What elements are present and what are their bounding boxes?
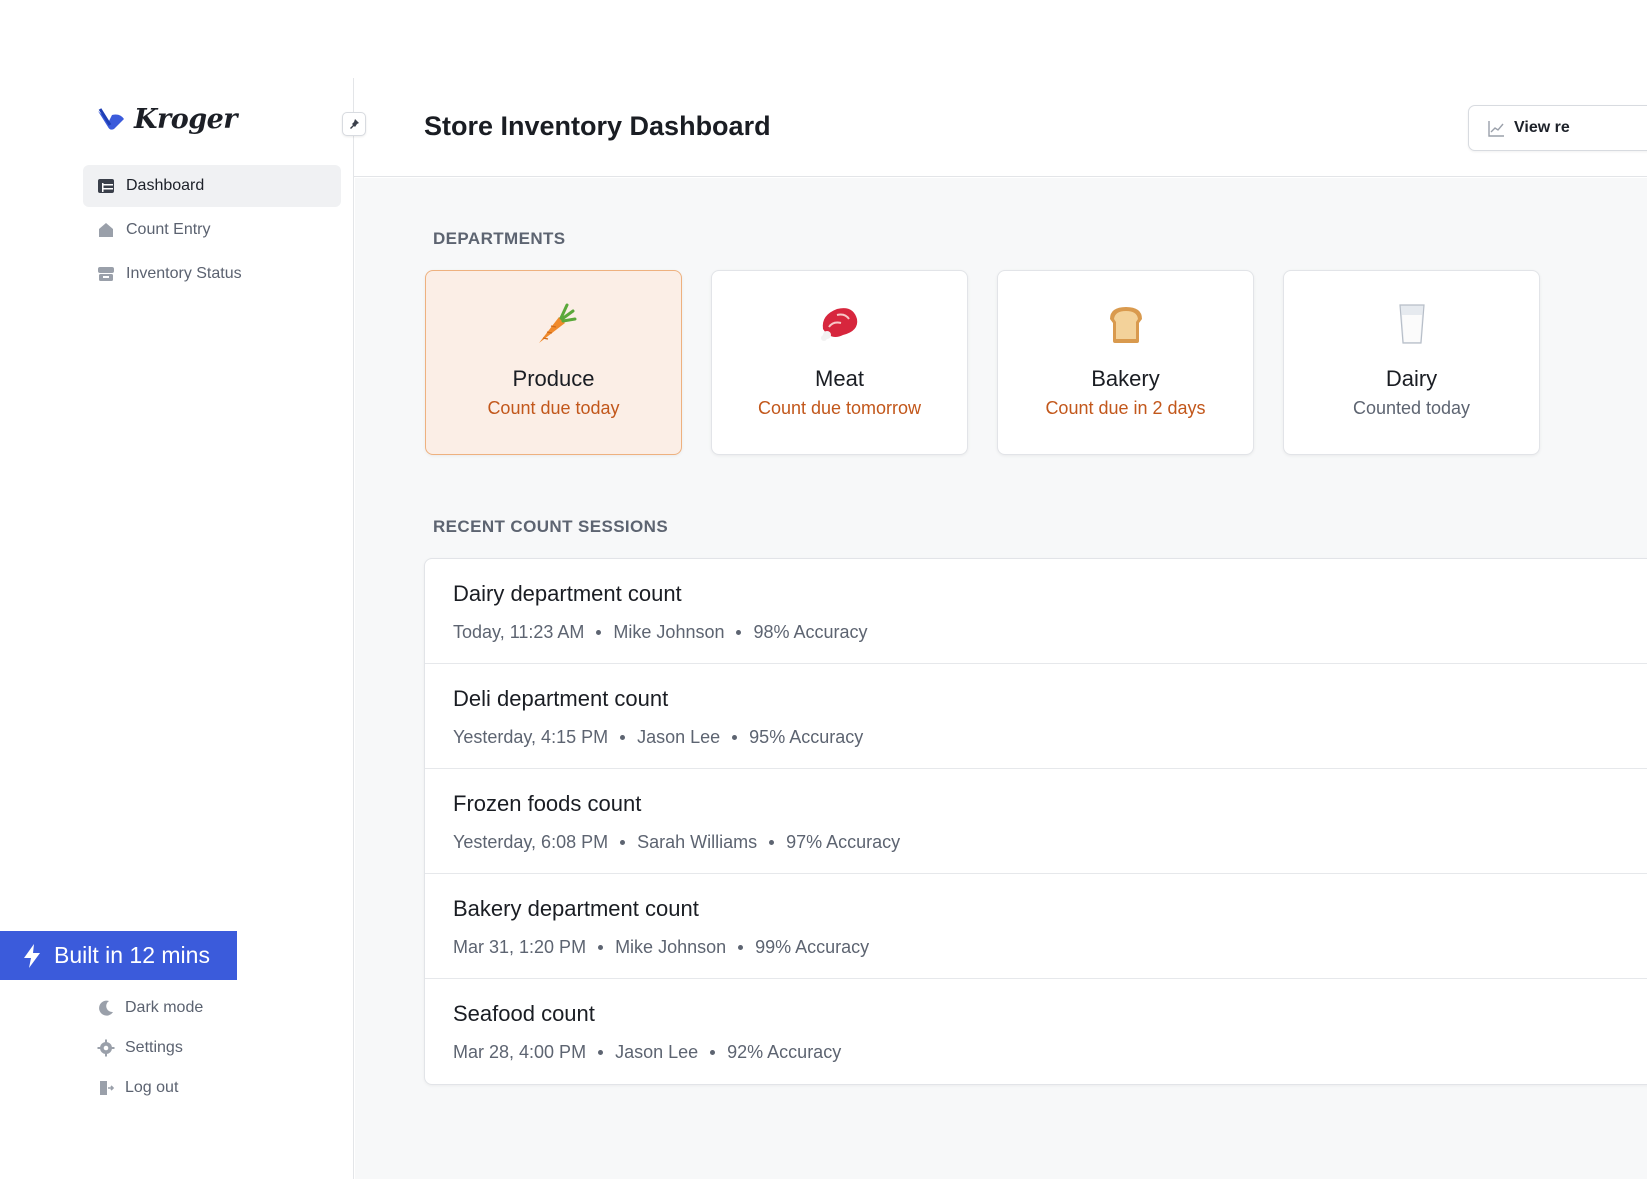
sidebar-item-label: Inventory Status	[126, 265, 242, 282]
separator-dot	[738, 945, 744, 950]
carrot-icon	[426, 301, 681, 351]
pin-sidebar-button[interactable]	[342, 112, 366, 136]
department-card-bakery[interactable]: Bakery Count due in 2 days	[997, 270, 1254, 455]
session-time: Yesterday, 6:08 PM	[453, 832, 609, 852]
sidebar-nav: Dashboard Count Entry Inventory Status	[83, 165, 341, 297]
session-accuracy: 98% Accuracy	[753, 622, 868, 642]
separator-dot	[596, 630, 602, 635]
session-user: Mike Johnson	[613, 622, 725, 642]
sidebar-item-label: Dashboard	[126, 177, 205, 194]
main-content: DEPARTMENTS Produce Count due today Meat…	[355, 178, 1647, 1179]
badge-label: Built in 12 mins	[54, 942, 210, 968]
dark-mode-label: Dark mode	[125, 999, 204, 1016]
session-accuracy: 99% Accuracy	[755, 937, 870, 957]
separator-dot	[710, 1050, 716, 1055]
separator-dot	[736, 630, 742, 635]
brand-name: Kroger	[134, 104, 237, 135]
session-title: Bakery department count	[453, 896, 699, 921]
recent-sessions-list: Dairy department count Today, 11:23 AM M…	[424, 558, 1647, 1085]
meat-icon	[712, 301, 967, 351]
session-meta: Yesterday, 6:08 PM Sarah Williams 97% Ac…	[453, 832, 900, 853]
session-time: Today, 11:23 AM	[453, 622, 585, 642]
built-in-badge[interactable]: Built in 12 mins	[0, 931, 237, 980]
moon-icon	[97, 999, 115, 1017]
pin-icon	[350, 119, 359, 129]
session-row[interactable]: Seafood count Mar 28, 4:00 PM Jason Lee …	[425, 979, 1647, 1084]
page-title: Store Inventory Dashboard	[424, 111, 771, 141]
department-cards: Produce Count due today Meat Count due t…	[425, 270, 1540, 455]
sidebar-item-dashboard[interactable]: Dashboard	[83, 165, 341, 207]
gear-icon	[97, 1039, 115, 1057]
chart-line-icon	[1488, 120, 1504, 137]
session-row[interactable]: Bakery department count Mar 31, 1:20 PM …	[425, 874, 1647, 979]
page-header: Store Inventory Dashboard View re	[354, 78, 1647, 177]
session-user: Jason Lee	[637, 727, 721, 747]
lightning-icon	[24, 943, 40, 968]
session-meta: Mar 28, 4:00 PM Jason Lee 92% Accuracy	[453, 1042, 841, 1063]
session-time: Mar 28, 4:00 PM	[453, 1042, 587, 1062]
view-reports-button[interactable]: View re	[1468, 105, 1647, 151]
separator-dot	[732, 735, 738, 740]
department-card-meat[interactable]: Meat Count due tomorrow	[711, 270, 968, 455]
session-row[interactable]: Deli department count Yesterday, 4:15 PM…	[425, 664, 1647, 769]
session-title: Deli department count	[453, 686, 669, 711]
store-icon	[97, 265, 115, 283]
separator-dot	[620, 735, 626, 740]
kroger-logo-icon	[98, 107, 124, 130]
sidebar-footer: Dark mode Settings Log out	[97, 988, 203, 1108]
session-time: Mar 31, 1:20 PM	[453, 937, 587, 957]
department-name: Produce	[512, 366, 595, 391]
session-title: Frozen foods count	[453, 791, 642, 816]
department-status: Count due in 2 days	[1045, 398, 1206, 418]
logout-link[interactable]: Log out	[97, 1068, 203, 1108]
app-window: Kroger Dashboard Count Entry Inventory S…	[0, 0, 1647, 1179]
session-user: Jason Lee	[615, 1042, 699, 1062]
milk-icon	[1284, 301, 1539, 351]
departments-heading: DEPARTMENTS	[433, 229, 566, 248]
department-status: Counted today	[1352, 398, 1471, 418]
bread-icon	[998, 301, 1253, 351]
separator-dot	[769, 840, 775, 845]
settings-label: Settings	[125, 1039, 183, 1056]
session-meta: Today, 11:23 AM Mike Johnson 98% Accurac…	[453, 622, 868, 643]
sidebar: Kroger Dashboard Count Entry Inventory S…	[0, 78, 366, 1179]
department-name: Meat	[815, 366, 864, 391]
house-icon	[97, 221, 115, 239]
session-accuracy: 97% Accuracy	[786, 832, 901, 852]
sidebar-item-inventory-status[interactable]: Inventory Status	[83, 253, 341, 295]
separator-dot	[598, 1050, 604, 1055]
session-meta: Mar 31, 1:20 PM Mike Johnson 99% Accurac…	[453, 937, 869, 958]
settings-link[interactable]: Settings	[97, 1028, 203, 1068]
session-user: Sarah Williams	[637, 832, 758, 852]
logout-label: Log out	[125, 1079, 179, 1096]
session-time: Yesterday, 4:15 PM	[453, 727, 609, 747]
table-icon	[97, 177, 115, 195]
department-name: Bakery	[1091, 366, 1160, 391]
session-title: Dairy department count	[453, 581, 682, 606]
dark-mode-toggle[interactable]: Dark mode	[97, 988, 203, 1028]
department-name: Dairy	[1385, 366, 1438, 391]
view-reports-label: View re	[1514, 119, 1570, 136]
sidebar-item-count-entry[interactable]: Count Entry	[83, 209, 341, 251]
recent-sessions-heading: RECENT COUNT SESSIONS	[433, 517, 669, 536]
logout-icon	[97, 1079, 115, 1097]
session-accuracy: 95% Accuracy	[749, 727, 864, 747]
separator-dot	[620, 840, 626, 845]
session-accuracy: 92% Accuracy	[727, 1042, 842, 1062]
department-status: Count due today	[487, 398, 620, 418]
separator-dot	[598, 945, 604, 950]
session-user: Mike Johnson	[615, 937, 727, 957]
session-row[interactable]: Dairy department count Today, 11:23 AM M…	[425, 559, 1647, 664]
session-title: Seafood count	[453, 1001, 595, 1026]
sidebar-item-label: Count Entry	[126, 221, 211, 238]
brand-logo[interactable]: Kroger	[96, 104, 237, 135]
session-row[interactable]: Frozen foods count Yesterday, 6:08 PM Sa…	[425, 769, 1647, 874]
department-status: Count due tomorrow	[757, 398, 922, 418]
department-card-dairy[interactable]: Dairy Counted today	[1283, 270, 1540, 455]
department-card-produce[interactable]: Produce Count due today	[425, 270, 682, 455]
session-meta: Yesterday, 4:15 PM Jason Lee 95% Accurac…	[453, 727, 863, 748]
